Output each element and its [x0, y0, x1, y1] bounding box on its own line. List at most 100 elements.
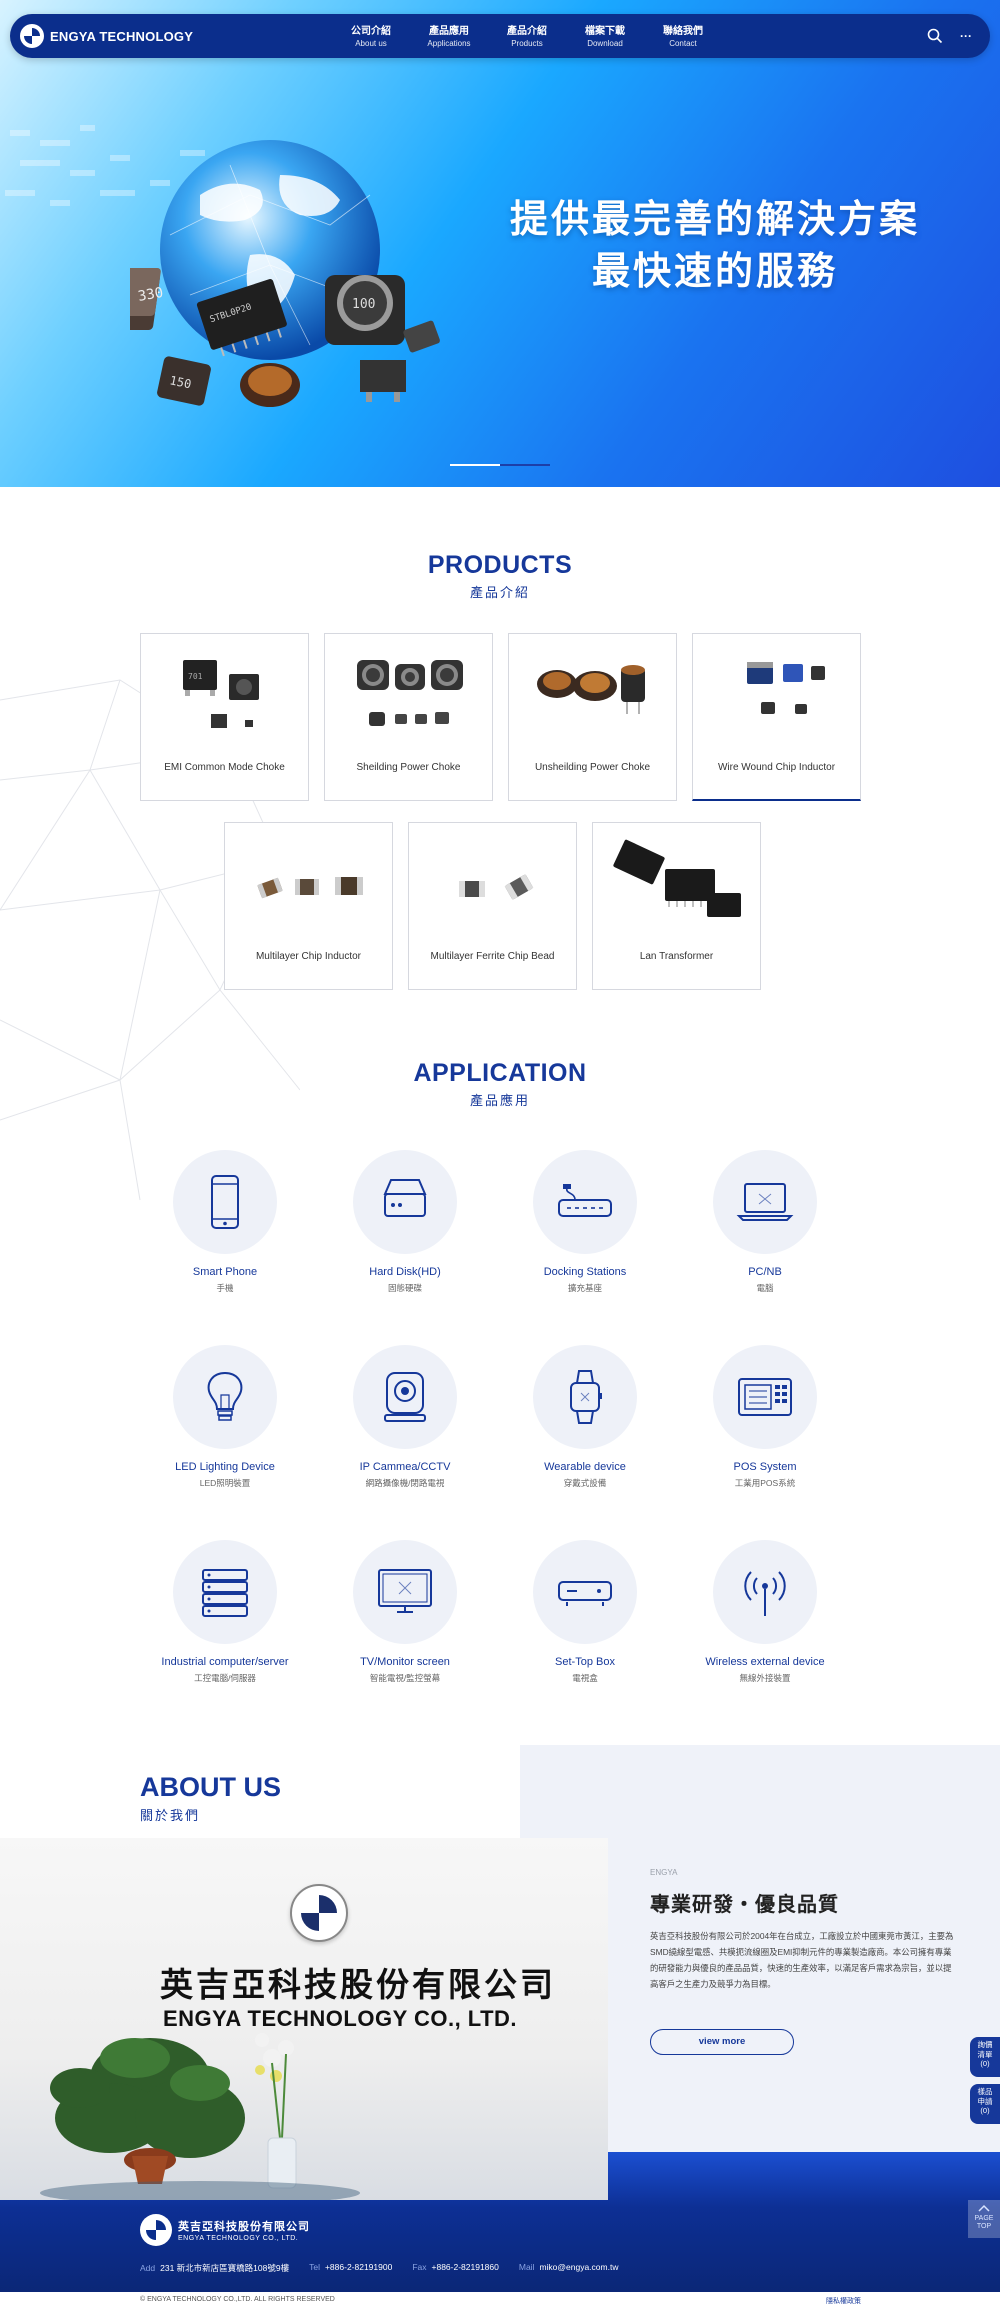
product-card-lan-transformer[interactable]: Lan Transformer — [592, 822, 761, 990]
hard-disk-icon — [383, 1179, 427, 1217]
smartphone-icon — [211, 1175, 239, 1229]
copyright-text: © ENGYA TECHNOLOGY CO.,LTD. ALL RIGHTS R… — [140, 2296, 335, 2303]
application-hard-disk[interactable]: Hard Disk(HD) 固態硬碟 — [315, 1150, 495, 1294]
about-company-photo: 英吉亞科技股份有限公司 ENGYA TECHNOLOGY CO., LTD. — [0, 1838, 608, 2200]
about-heading: 專業研發・優良品質 — [650, 1892, 839, 1916]
hero-banner: 330 STBL0P20 100 150 提供最完善的解決方案 最快速的服務 — [0, 0, 1000, 487]
docking-station-icon — [558, 1184, 612, 1217]
main-navbar: ENGYA TECHNOLOGY 公司介紹 About us 產品應用 Applic… — [10, 14, 990, 58]
application-name-en: Hard Disk(HD) — [369, 1266, 441, 1278]
shielded-inductor-100-component: 100 — [325, 275, 405, 345]
application-icon-circle — [713, 1345, 817, 1449]
menu-item-about[interactable]: 公司介紹 About us — [332, 14, 410, 58]
menu-label-en: Products — [511, 39, 543, 48]
chip-label-330: 330 — [137, 285, 165, 305]
footer-fax: Fax +886-2-82191860 — [412, 2262, 499, 2274]
slide-dot-1[interactable] — [450, 464, 500, 466]
product-card-multilayer-ferrite-chip-bead[interactable]: Multilayer Ferrite Chip Bead — [408, 822, 577, 990]
laptop-icon — [736, 1183, 794, 1221]
product-image — [537, 665, 645, 714]
footer-logo[interactable]: 英吉亞科技股份有限公司 ENGYA TECHNOLOGY CO., LTD. — [140, 2214, 310, 2246]
search-icon[interactable] — [926, 27, 944, 45]
application-pos-system[interactable]: POS System 工業用POS系統 — [675, 1345, 855, 1489]
footer-address: Add 231 新北市新店區寶橋路108號9樓 — [140, 2262, 289, 2274]
menu-label-en: Applications — [427, 39, 471, 48]
about-description: 英吉亞科技股份有限公司於2004年在台成立，工廠設立於中國東莞市黃江，主要為SM… — [650, 1931, 954, 1989]
application-wireless-device[interactable]: Wireless external device 無線外接裝置 — [675, 1540, 855, 1684]
product-image — [747, 662, 825, 714]
application-name-en: Industrial computer/server — [161, 1656, 289, 1668]
application-led-lighting[interactable]: LED Lighting Device LED照明裝置 — [135, 1345, 315, 1489]
application-name-zh: LED照明裝置 — [199, 1478, 251, 1488]
page-top-button[interactable]: PAGE TOP — [968, 2200, 1000, 2238]
site-logo[interactable]: ENGYA TECHNOLOGY — [20, 24, 193, 48]
application-wearable-device[interactable]: Wearable device 穿戴式設備 — [495, 1345, 675, 1489]
application-smart-phone[interactable]: Smart Phone 手機 — [135, 1150, 315, 1294]
sample-count-badge: (0) — [980, 2106, 990, 2115]
menu-item-contact[interactable]: 聯絡我們 Contact — [644, 14, 722, 58]
sample-request-tab[interactable]: 樣品 申請 (0) — [970, 2084, 1000, 2124]
application-section-title: APPLICATION 產品應用 — [0, 1059, 1000, 1109]
application-docking-stations[interactable]: Docking Stations 擴充基座 — [495, 1150, 675, 1294]
menu-label-zh: 產品應用 — [429, 26, 469, 37]
server-icon — [202, 1569, 248, 1617]
application-title-zh: 產品應用 — [469, 1093, 530, 1108]
application-icon-circle — [713, 1150, 817, 1254]
product-name: Multilayer Ferrite Chip Bead — [430, 951, 555, 962]
application-icon-circle — [173, 1150, 277, 1254]
sample-tab-line1: 樣品 — [977, 2087, 993, 2096]
privacy-policy-link[interactable]: 隱私權政策 — [826, 2296, 861, 2306]
fax-value: +886-2-82191860 — [431, 2262, 499, 2272]
product-image: 701 — [183, 660, 259, 728]
application-ip-camera[interactable]: IP Cammea/CCTV 網路攝像機/閉路電視 — [315, 1345, 495, 1489]
drum-coil-component — [240, 363, 300, 407]
menu-label-zh: 聯絡我們 — [663, 26, 703, 37]
inquiry-list-tab[interactable]: 詢價 清單 (0) — [970, 2037, 1000, 2077]
menu-item-products[interactable]: 產品介紹 Products — [488, 14, 566, 58]
application-icon-circle — [533, 1540, 637, 1644]
menu-label-en: About us — [355, 39, 387, 48]
more-menu-icon[interactable]: ··· — [956, 26, 976, 46]
application-name-en: IP Cammea/CCTV — [359, 1461, 451, 1473]
brand-logo-icon — [20, 24, 44, 48]
products-section-title: PRODUCTS 產品介紹 — [0, 551, 1000, 601]
tel-value[interactable]: +886-2-82191900 — [325, 2262, 392, 2272]
smd-chip-component — [360, 360, 406, 402]
product-card-multilayer-chip-inductor[interactable]: Multilayer Chip Inductor — [224, 822, 393, 990]
product-card-unsheilding-power-choke[interactable]: Unsheilding Power Choke — [508, 633, 677, 801]
product-card-sheilding-power-choke[interactable]: Sheilding Power Choke — [324, 633, 493, 801]
brand-name: ENGYA TECHNOLOGY — [50, 28, 194, 44]
menu-label-zh: 產品介紹 — [507, 26, 547, 37]
products-title-zh: 產品介紹 — [469, 585, 530, 600]
slider-pagination — [450, 464, 550, 466]
menu-item-applications[interactable]: 產品應用 Applications — [410, 14, 488, 58]
menu-item-download[interactable]: 檔案下載 Download — [566, 14, 644, 58]
application-industrial-computer[interactable]: Industrial computer/server 工控電腦/伺服器 — [135, 1540, 315, 1684]
application-name-en: PC/NB — [748, 1266, 782, 1278]
application-icon-circle — [353, 1540, 457, 1644]
product-card-wire-wound-chip-inductor[interactable]: Wire Wound Chip Inductor — [692, 633, 861, 801]
smartwatch-icon — [570, 1370, 602, 1424]
mail-link[interactable]: miko@engya.com.tw — [539, 2262, 618, 2272]
product-name: EMI Common Mode Choke — [164, 762, 285, 773]
application-set-top-box[interactable]: Set-Top Box 電視盒 — [495, 1540, 675, 1684]
address-label: Add — [140, 2263, 156, 2273]
application-name-en: Wireless external device — [705, 1656, 825, 1668]
application-name-en: TV/Monitor screen — [360, 1656, 450, 1668]
product-image — [459, 874, 534, 900]
footer-company-en: ENGYA TECHNOLOGY CO., LTD. — [178, 2235, 299, 2242]
application-title-en: APPLICATION — [413, 1059, 587, 1087]
application-name-en: Wearable device — [544, 1461, 626, 1473]
footer-contact-info: Add 231 新北市新店區寶橋路108號9樓 Tel +886-2-8219190… — [140, 2262, 638, 2274]
inquiry-tab-line2: 清單 — [977, 2049, 993, 2059]
slide-dot-2[interactable] — [500, 464, 550, 466]
view-more-button[interactable]: view more — [650, 2029, 794, 2055]
application-pc-nb[interactable]: PC/NB 電腦 — [675, 1150, 855, 1294]
menu-label-en: Download — [587, 39, 623, 48]
main-menu: 公司介紹 About us 產品應用 Applications 產品介紹 Produc… — [332, 14, 722, 58]
footer-mail: Mail miko@engya.com.tw — [519, 2262, 619, 2274]
tel-label: Tel — [309, 2262, 320, 2272]
svg-text:701: 701 — [188, 672, 203, 681]
product-card-emi-common-mode-choke[interactable]: 701 EMI Common Mode Choke — [140, 633, 309, 801]
application-tv-monitor[interactable]: TV/Monitor screen 智能電視/監控螢幕 — [315, 1540, 495, 1684]
